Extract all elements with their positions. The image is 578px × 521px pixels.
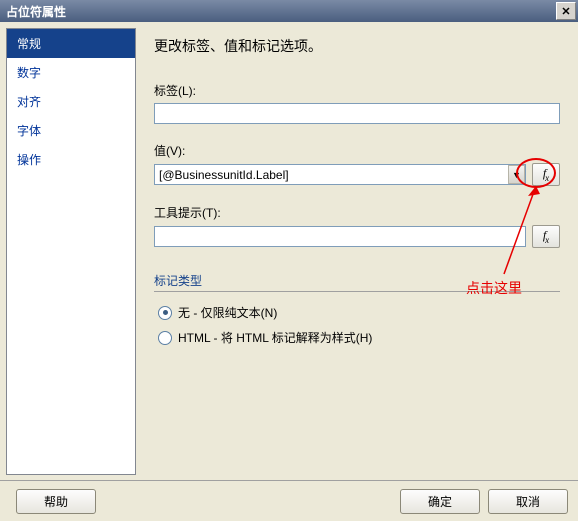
main-panel: 更改标签、值和标记选项。 标签(L): 值(V): ▼ fx 工具提示(T): xyxy=(136,22,578,481)
value-dropdown[interactable]: ▼ xyxy=(154,164,526,185)
category-sidebar: 常规 数字 对齐 字体 操作 xyxy=(6,28,136,475)
tooltip-expression-button[interactable]: fx xyxy=(532,225,560,248)
tooltip-input[interactable] xyxy=(154,226,526,247)
tooltip-field-label: 工具提示(T): xyxy=(154,204,560,221)
window-title: 占位符属性 xyxy=(6,3,556,20)
radio-icon xyxy=(158,306,172,320)
value-input[interactable] xyxy=(154,164,526,185)
radio-label: 无 - 仅限纯文本(N) xyxy=(178,304,277,321)
button-label: 确定 xyxy=(428,493,452,510)
sidebar-item-label: 数字 xyxy=(17,66,41,80)
value-field-label: 值(V): xyxy=(154,142,560,159)
cancel-button[interactable]: 取消 xyxy=(488,489,568,514)
markup-option-plain[interactable]: 无 - 仅限纯文本(N) xyxy=(158,304,560,321)
panel-heading: 更改标签、值和标记选项。 xyxy=(154,36,560,56)
sidebar-item-alignment[interactable]: 对齐 xyxy=(7,87,135,116)
markup-type-legend: 标记类型 xyxy=(154,272,560,289)
label-field-label: 标签(L): xyxy=(154,82,560,99)
sidebar-item-action[interactable]: 操作 xyxy=(7,145,135,174)
sidebar-item-label: 常规 xyxy=(17,37,41,51)
radio-icon xyxy=(158,331,172,345)
sidebar-item-label: 对齐 xyxy=(17,95,41,109)
close-button[interactable]: ✕ xyxy=(556,2,576,20)
markup-option-html[interactable]: HTML - 将 HTML 标记解释为样式(H) xyxy=(158,329,560,346)
fx-icon: fx xyxy=(543,228,549,244)
titlebar: 占位符属性 ✕ xyxy=(0,0,578,22)
button-label: 取消 xyxy=(516,493,540,510)
dialog-footer: 帮助 确定 取消 xyxy=(0,480,578,521)
button-label: 帮助 xyxy=(44,493,68,510)
sidebar-item-general[interactable]: 常规 xyxy=(7,29,135,58)
dialog-body: 常规 数字 对齐 字体 操作 更改标签、值和标记选项。 标签(L): 值(V):… xyxy=(0,22,578,481)
chevron-down-icon: ▼ xyxy=(512,170,521,180)
sidebar-item-label: 操作 xyxy=(17,153,41,167)
radio-label: HTML - 将 HTML 标记解释为样式(H) xyxy=(178,329,372,346)
ok-button[interactable]: 确定 xyxy=(400,489,480,514)
label-input[interactable] xyxy=(154,103,560,124)
sidebar-item-font[interactable]: 字体 xyxy=(7,116,135,145)
sidebar-item-label: 字体 xyxy=(17,124,41,138)
placeholder-properties-dialog: 占位符属性 ✕ 常规 数字 对齐 字体 操作 更改标签、值和标记选项。 标签(L… xyxy=(0,0,578,521)
help-button[interactable]: 帮助 xyxy=(16,489,96,514)
close-icon: ✕ xyxy=(561,5,570,18)
fx-icon: fx xyxy=(543,166,549,182)
value-expression-button[interactable]: fx xyxy=(532,163,560,186)
sidebar-item-number[interactable]: 数字 xyxy=(7,58,135,87)
divider xyxy=(154,291,560,292)
dropdown-button[interactable]: ▼ xyxy=(508,165,525,184)
